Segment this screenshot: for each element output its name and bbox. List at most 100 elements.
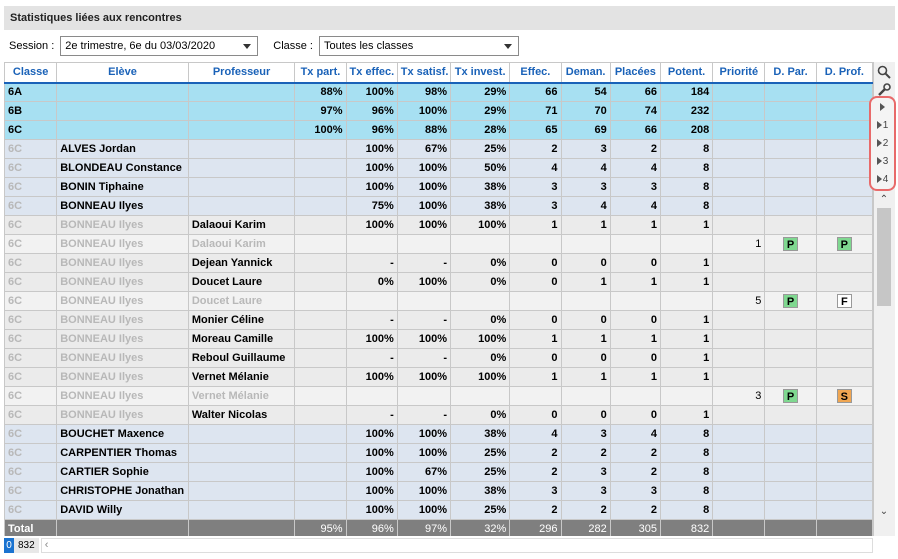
cell-deman: [560, 386, 611, 406]
table-row[interactable]: 6C BONNEAU Ilyes Monier Céline - -0% 0 0 0 1: [4, 310, 873, 330]
table-row[interactable]: 6C BONNEAU Ilyes Doucet Laure 0% 100% 0% 0 1 1 1: [4, 272, 873, 292]
table-row[interactable]: 6C CARPENTIER Thomas 100% 100% 25% 2 2 2 8: [4, 443, 873, 463]
cell-eleve: BONNEAU Ilyes: [56, 291, 189, 311]
column-header-placees[interactable]: Placées: [609, 62, 661, 84]
table-row[interactable]: 6C BONNEAU Ilyes Doucet Laure 5 P F: [4, 291, 873, 311]
triangle-right-icon: [879, 103, 885, 111]
cell-deman: 1: [560, 329, 611, 349]
stats-grid: Classe Elève Professeur Tx part. Tx effec. Tx…: [4, 62, 873, 536]
cell-d-prof: [815, 158, 873, 178]
cell-d-par: [764, 158, 817, 178]
cell-deman: 0: [560, 405, 611, 425]
column-header-eleve[interactable]: Elève: [56, 62, 189, 84]
cell-potent: 1: [659, 310, 714, 330]
table-row[interactable]: 6C ALVES Jordan 100% 67% 25% 2 3 2 8: [4, 139, 873, 159]
cell-potent: 232: [659, 101, 714, 121]
scroll-down-icon[interactable]: ⌄: [875, 504, 893, 518]
cell-placees: 2: [609, 139, 661, 159]
level-button-2[interactable]: 2: [871, 134, 894, 152]
cell-tx-invest: 0%: [450, 253, 511, 273]
table-row[interactable]: 6A 88% 100% 98% 29% 66 54 66 184: [4, 82, 873, 102]
cell-tx-satisf: 67%: [396, 139, 452, 159]
table-row[interactable]: 6C BONNEAU Ilyes Moreau Camille 100% 100% 100…: [4, 329, 873, 349]
cell-tx-satisf: 100%: [396, 424, 452, 444]
total-d-par: [764, 519, 817, 536]
vertical-scrollbar[interactable]: ⌃ ⌄: [875, 192, 893, 520]
table-row[interactable]: 6C BONNEAU Ilyes Vernet Mélanie 3 P S: [4, 386, 873, 406]
cell-d-prof: [815, 424, 873, 444]
column-header-tx-part[interactable]: Tx part.: [294, 62, 347, 84]
cell-d-par: [764, 253, 817, 273]
column-header-d-par[interactable]: D. Par.: [764, 62, 817, 84]
cell-d-prof: [815, 329, 873, 349]
cell-professeur: [187, 481, 296, 501]
level-button-4[interactable]: 4: [871, 170, 894, 188]
column-header-priorite[interactable]: Priorité: [712, 62, 766, 84]
cell-effec: [509, 291, 562, 311]
classe-select[interactable]: Toutes les classes: [319, 36, 519, 56]
decision-chip[interactable]: P: [783, 294, 799, 308]
level-button-1[interactable]: 1: [871, 116, 894, 134]
cell-placees: 3: [609, 177, 661, 197]
cell-classe: 6B: [4, 101, 58, 121]
table-row[interactable]: 6C BONNEAU Ilyes Vernet Mélanie 100% 100% 100…: [4, 367, 873, 387]
table-row[interactable]: 6C BONNEAU Ilyes Dalaoui Karim 1 P P: [4, 234, 873, 254]
column-header-professeur[interactable]: Professeur: [187, 62, 296, 84]
column-header-d-prof[interactable]: D. Prof.: [815, 62, 873, 84]
scroll-thumb[interactable]: [877, 208, 891, 306]
chevron-left-icon[interactable]: ‹: [45, 539, 49, 551]
column-header-effec[interactable]: Effec.: [509, 62, 562, 84]
level-button-3[interactable]: 3: [871, 152, 894, 170]
cell-placees: 2: [609, 443, 661, 463]
total-eleve: [56, 519, 189, 536]
decision-chip[interactable]: P: [783, 237, 799, 251]
cell-tx-effec: 100%: [345, 329, 398, 349]
level-button-0[interactable]: [871, 98, 894, 116]
table-row[interactable]: 6C CHRISTOPHE Jonathan 100% 100% 38% 3 3 3 8: [4, 481, 873, 501]
table-row[interactable]: 6C BONIN Tiphaine 100% 100% 38% 3 3 3 8: [4, 177, 873, 197]
table-row[interactable]: 6C BONNEAU Ilyes 75% 100% 38% 3 4 4 8: [4, 196, 873, 216]
table-row[interactable]: 6C 100% 96% 88% 28% 65 69 66 208: [4, 120, 873, 140]
cell-effec: 4: [509, 158, 562, 178]
cell-tx-effec: 100%: [345, 462, 398, 482]
column-header-tx-invest[interactable]: Tx invest.: [450, 62, 511, 84]
horizontal-scrollbar[interactable]: ‹: [40, 538, 873, 553]
table-row[interactable]: 6C CARTIER Sophie 100% 67% 25% 2 3 2 8: [4, 462, 873, 482]
table-row[interactable]: 6C BONNEAU Ilyes Reboul Guillaume - -0% 0 0 0 1: [4, 348, 873, 368]
cell-placees: 66: [609, 120, 661, 140]
scroll-up-icon[interactable]: ⌃: [875, 192, 893, 206]
cell-tx-effec: 100%: [345, 82, 398, 102]
cell-tx-invest: 0%: [450, 272, 511, 292]
table-row[interactable]: 6C BLONDEAU Constance 100% 100% 50% 4 4 4 8: [4, 158, 873, 178]
cell-tx-part: [294, 310, 347, 330]
cell-potent: 1: [659, 329, 714, 349]
cell-tx-invest: 0%: [450, 348, 511, 368]
decision-chip[interactable]: S: [836, 389, 852, 403]
cell-professeur: [187, 139, 296, 159]
table-row[interactable]: 6C BOUCHET Maxence 100% 100% 38% 4 3 4 8: [4, 424, 873, 444]
column-header-tx-effec[interactable]: Tx effec.: [345, 62, 398, 84]
footer-bar: 0 832 ‹: [4, 537, 873, 554]
column-header-potent[interactable]: Potent.: [659, 62, 714, 84]
cell-tx-invest: 28%: [450, 120, 511, 140]
decision-chip[interactable]: P: [783, 389, 799, 403]
cell-classe: 6C: [4, 481, 58, 501]
session-select[interactable]: 2e trimestre, 6e du 03/03/2020: [60, 36, 259, 56]
table-row[interactable]: 6C BONNEAU Ilyes Walter Nicolas - -0% 0 0 0 1: [4, 405, 873, 425]
cell-priorite: 3: [712, 386, 766, 406]
cell-tx-effec: 96%: [345, 101, 398, 121]
column-header-deman[interactable]: Deman.: [560, 62, 611, 84]
table-row[interactable]: 6B 97% 96% 100% 29% 71 70 74 232: [4, 101, 873, 121]
column-header-tx-satisf[interactable]: Tx satisf.: [396, 62, 452, 84]
decision-chip[interactable]: F: [836, 294, 852, 308]
table-row[interactable]: 6C DAVID Willy 100% 100% 25% 2 2 2 8: [4, 500, 873, 520]
cell-deman: 3: [560, 139, 611, 159]
cell-classe: 6C: [4, 405, 58, 425]
table-row[interactable]: 6C BONNEAU Ilyes Dejean Yannick - -0% 0 0 0 1: [4, 253, 873, 273]
cell-effec: 2: [509, 139, 562, 159]
search-icon[interactable]: [876, 64, 892, 80]
table-row[interactable]: 6C BONNEAU Ilyes Dalaoui Karim 100% 100% 100%…: [4, 215, 873, 235]
cell-d-par: [764, 500, 817, 520]
column-header-classe[interactable]: Classe: [4, 62, 58, 84]
decision-chip[interactable]: P: [836, 237, 852, 251]
